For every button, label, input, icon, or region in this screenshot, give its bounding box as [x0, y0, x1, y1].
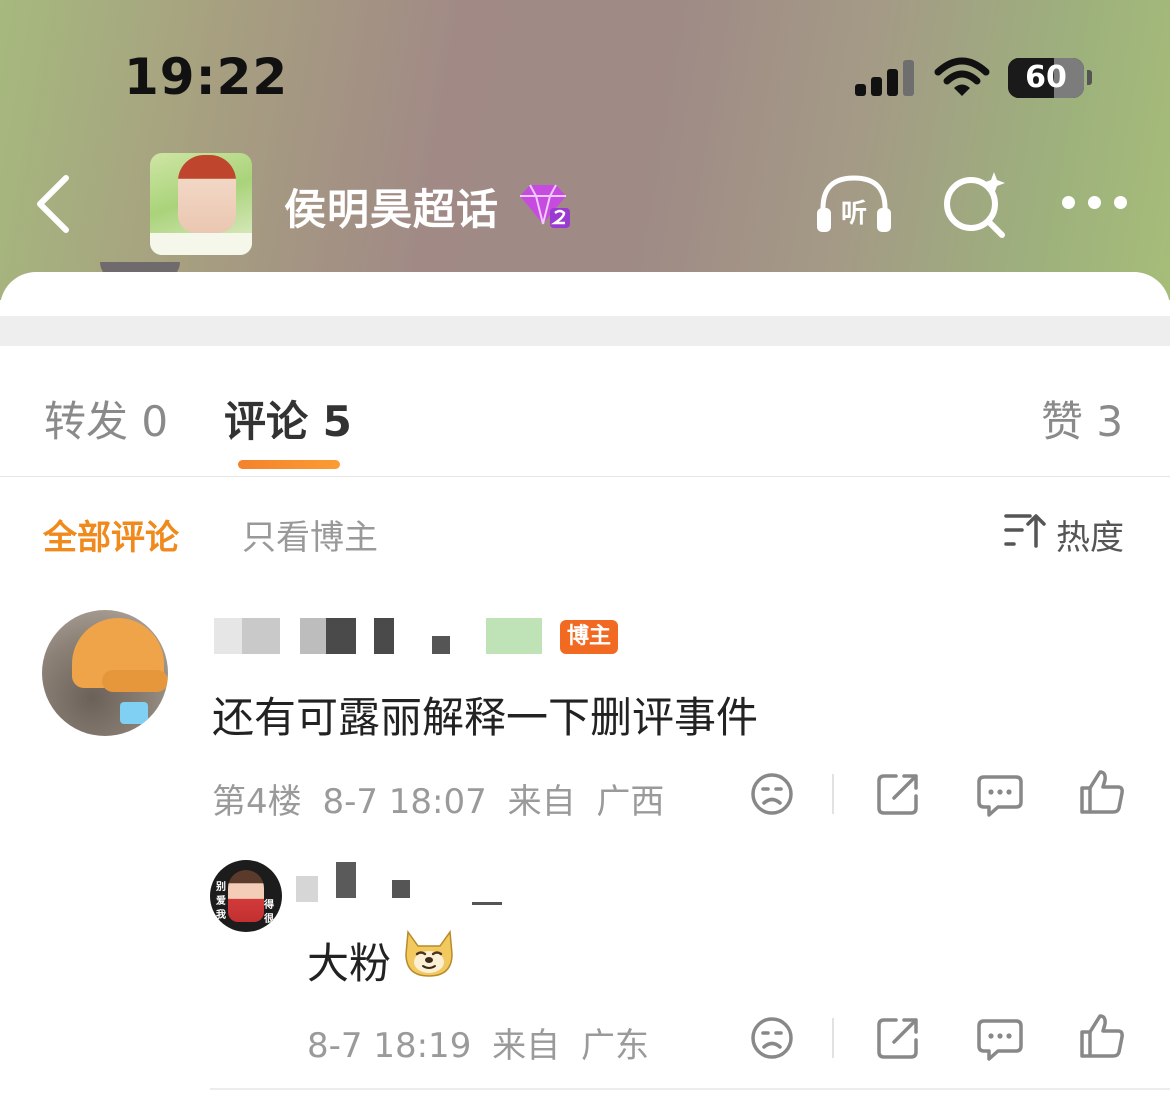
topic-thumbnail[interactable] [150, 153, 252, 255]
reply-location: 广东 [580, 1026, 649, 1066]
svg-text:听: 听 [841, 199, 867, 229]
reply-divider [210, 1088, 1170, 1090]
avatar-phone [120, 702, 148, 724]
dislike-icon[interactable] [748, 770, 796, 818]
replier-avatar[interactable]: 别 爱 我 得 很 [210, 860, 282, 932]
cellular-signal-icon [855, 60, 915, 96]
avatar-text: 很 [264, 914, 274, 925]
avatar-cap-brim [102, 670, 168, 692]
thumbnail-banner [150, 233, 252, 255]
comment-floor: 第4楼 [212, 782, 302, 822]
tab-comments[interactable]: 评论 5 [224, 388, 352, 449]
share-icon[interactable] [874, 770, 922, 818]
battery-nub [1087, 70, 1092, 85]
reply-time: 8-7 18:19 [307, 1026, 472, 1066]
avatar-text: 别 [216, 882, 226, 893]
reply-from-label: 来自 [492, 1026, 561, 1066]
avatar-text: 得 [264, 900, 274, 911]
comment-from-label: 来自 [507, 782, 576, 822]
replier-name-redacted[interactable] [296, 862, 506, 905]
tab-reposts[interactable]: 转发 0 [44, 388, 168, 449]
like-icon[interactable] [1078, 768, 1126, 816]
listen-icon[interactable]: 听 [813, 172, 895, 236]
comment-time: 8-7 18:07 [322, 782, 487, 822]
share-icon[interactable] [874, 1014, 922, 1062]
battery-percent: 60 [1025, 60, 1067, 95]
avatar-text: 爱 [216, 896, 226, 907]
comment-text[interactable]: 还有可露丽解释一下删评事件 [212, 684, 758, 745]
comment-icon[interactable] [976, 1016, 1024, 1064]
battery-indicator: 60 [1008, 58, 1084, 98]
reply-text[interactable]: 大粉 [307, 930, 391, 991]
avatar-text: 我 [216, 910, 226, 921]
gem-level-icon [520, 184, 570, 228]
back-icon[interactable] [30, 172, 78, 236]
active-tab-indicator [238, 460, 340, 469]
thumbnail-portrait [178, 155, 236, 233]
commenter-avatar[interactable] [42, 610, 168, 736]
wifi-icon [934, 57, 990, 96]
filter-owner-only[interactable]: 只看博主 [242, 510, 378, 559]
sort-label[interactable]: 热度 [1056, 510, 1124, 559]
like-icon[interactable] [1078, 1012, 1126, 1060]
search-icon[interactable] [940, 168, 1010, 238]
section-divider [0, 316, 1170, 346]
more-icon[interactable] [1058, 192, 1128, 216]
topic-title[interactable]: 侯明昊超话 [284, 176, 499, 237]
commenter-name-redacted[interactable] [214, 618, 554, 656]
dislike-icon[interactable] [748, 1014, 796, 1062]
status-time: 19:22 [124, 48, 289, 106]
sort-icon[interactable] [1004, 512, 1046, 548]
doge-emoji-icon [405, 929, 453, 977]
tabs-divider [0, 476, 1170, 477]
avatar-photo [228, 870, 264, 922]
comment-icon[interactable] [976, 772, 1024, 820]
tab-likes[interactable]: 赞 3 [1041, 388, 1123, 449]
reply-meta: 8-7 18:19 来自 广东 [307, 1018, 649, 1067]
comment-location: 广西 [596, 782, 665, 822]
comment-meta: 第4楼 8-7 18:07 来自 广西 [212, 774, 664, 823]
filter-all-comments[interactable]: 全部评论 [43, 510, 179, 559]
action-separator [832, 774, 834, 814]
action-separator [832, 1018, 834, 1058]
topic-header [0, 0, 1170, 300]
host-badge: 博主 [560, 620, 618, 654]
